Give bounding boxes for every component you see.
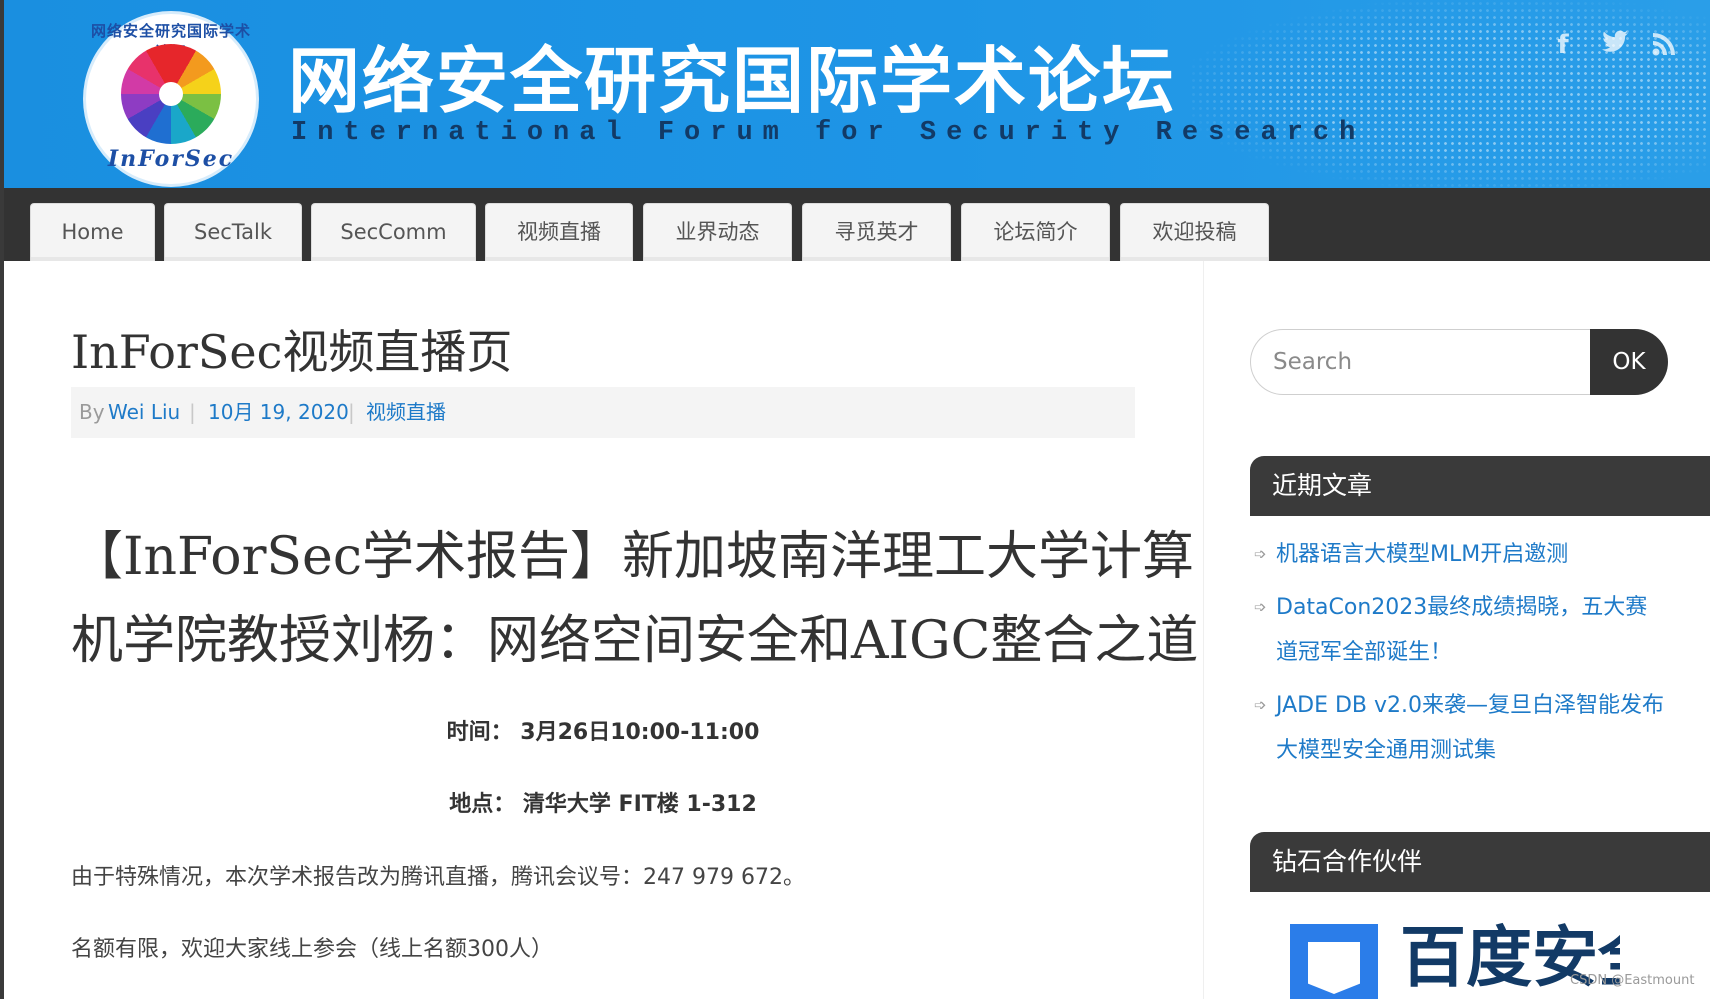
recent-post-title[interactable]: 机器语言大模型MLM开启邀测 [1276, 532, 1674, 577]
search-button[interactable]: OK [1590, 329, 1668, 395]
twitter-icon[interactable] [1600, 30, 1630, 60]
shield-icon [1290, 924, 1378, 999]
post-title: InForSec视频直播页 [71, 325, 513, 379]
nav-item-industry-news[interactable]: 业界动态 [643, 203, 792, 261]
partners-heading: 钻石合作伙伴 [1250, 832, 1710, 892]
recent-post-title[interactable]: 大模型安全通用测试集 [1276, 728, 1674, 773]
facebook-icon[interactable]: f [1548, 30, 1578, 60]
nav-item-submit[interactable]: 欢迎投稿 [1120, 203, 1269, 261]
sidebar-divider [1203, 261, 1204, 999]
page-left-edge [0, 0, 4, 999]
article-title-line: 【InForSec学术报告】新加坡南洋理工大学计算 [71, 527, 1194, 587]
meta-category-link[interactable]: 视频直播 [366, 399, 446, 425]
rss-icon[interactable] [1650, 30, 1680, 60]
recent-post-link[interactable]: ➩ JADE DB v2.0来袭—复旦白泽智能发布 大模型安全通用测试集 [1254, 683, 1674, 773]
logo-pinwheel-icon [121, 44, 221, 144]
recent-post-title[interactable]: JADE DB v2.0来袭—复旦白泽智能发布 [1276, 683, 1674, 728]
post-meta: By Wei Liu | 10月 19, 2020 | 视频直播 [71, 387, 1135, 438]
meta-author-link[interactable]: Wei Liu [108, 399, 180, 425]
meta-by-label: By [79, 400, 105, 424]
arrow-right-icon: ➩ [1254, 545, 1267, 563]
event-place: 地点： 清华大学 FIT楼 1-312 [449, 792, 757, 817]
recent-post-link[interactable]: ➩ DataCon2023最终成绩揭晓，五大赛 道冠军全部诞生！ [1254, 585, 1674, 675]
nav-item-talent[interactable]: 寻觅英才 [802, 203, 951, 261]
site-subtitle: International Forum for Security Researc… [291, 118, 1366, 148]
nav-item-home[interactable]: Home [30, 203, 155, 261]
arrow-right-icon: ➩ [1254, 598, 1267, 616]
main-nav: Home SecTalk SecComm 视频直播 业界动态 寻觅英才 论坛简介… [0, 188, 1710, 261]
event-time: 时间： 3月26日10:00-11:00 [446, 720, 760, 745]
article-paragraph: 由于特殊情况，本次学术报告改为腾讯直播，腾讯会议号：247 979 672。 [71, 865, 805, 890]
meta-separator: | [348, 400, 355, 424]
logo-bottom-text: InForSec [107, 146, 235, 172]
nav-item-sectalk[interactable]: SecTalk [164, 203, 302, 261]
article-title: 【InForSec学术报告】新加坡南洋理工大学计算 机学院教授刘杨：网络空间安全… [71, 515, 1199, 683]
article-paragraph: 名额有限，欢迎大家线上参会（线上名额300人） [71, 937, 553, 962]
recent-post-link[interactable]: ➩ 机器语言大模型MLM开启邀测 [1254, 532, 1674, 577]
recent-posts-heading: 近期文章 [1250, 456, 1710, 516]
meta-date-link[interactable]: 10月 19, 2020 [208, 399, 349, 425]
nav-item-video-live[interactable]: 视频直播 [485, 203, 633, 261]
arrow-right-icon: ➩ [1254, 696, 1267, 714]
meta-separator: | [189, 400, 196, 424]
article-title-line: 机学院教授刘杨：网络空间安全和AIGC整合之道 [71, 611, 1199, 671]
csdn-watermark: CSDN @Eastmount [1570, 973, 1695, 988]
site-title[interactable]: 网络安全研究国际学术论坛 [288, 36, 1176, 126]
site-header: 网络安全研究国际学术论坛 InForSec 网络安全研究国际学术论坛 Inter… [0, 0, 1710, 188]
site-logo[interactable]: 网络安全研究国际学术论坛 InForSec [86, 14, 256, 184]
world-map-background [1190, 0, 1710, 188]
nav-item-seccomm[interactable]: SecComm [311, 203, 476, 261]
recent-post-title[interactable]: 道冠军全部诞生！ [1276, 630, 1674, 675]
search-input[interactable] [1250, 329, 1590, 395]
recent-post-title[interactable]: DataCon2023最终成绩揭晓，五大赛 [1276, 585, 1674, 630]
nav-item-about[interactable]: 论坛简介 [961, 203, 1110, 261]
